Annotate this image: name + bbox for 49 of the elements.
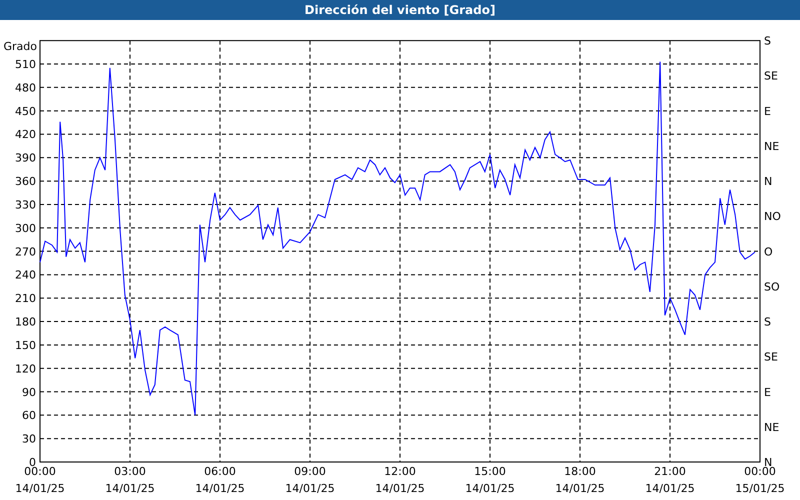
x-tick-label: 00:00 [24,465,56,478]
compass-tick-label: SO [764,280,780,294]
x-tick-date: 15/01/25 [735,482,785,495]
compass-tick-label: NO [764,210,781,224]
compass-tick-label: O [764,245,773,258]
x-tick-date: 14/01/25 [105,482,155,495]
y-tick-label: 270 [15,245,36,258]
y-tick-label: 360 [15,175,36,188]
y-tick-label: 60 [22,409,36,422]
y-tick-label: 330 [15,198,36,212]
x-tick-label: 03:00 [114,465,146,478]
compass-tick-label: S [764,34,771,48]
y-tick-label: 510 [15,58,36,71]
y-tick-label: 390 [15,152,36,165]
y-tick-label: 480 [15,81,36,94]
x-tick-label: 12:00 [384,465,416,478]
y-tick-label: 30 [22,432,36,446]
compass-tick-label: SE [764,70,778,83]
y-tick-label: 90 [22,386,36,399]
compass-tick-label: E [764,386,771,399]
compass-tick-label: NE [764,420,780,434]
y-tick-label: 210 [15,292,36,306]
y-tick-label: 240 [15,268,36,282]
compass-tick-label: S [764,316,771,329]
x-tick-label: 21:00 [654,465,686,478]
compass-tick-label: N [764,175,772,188]
y-axis-title: Grado [4,40,37,53]
x-tick-date: 14/01/25 [15,482,65,495]
compass-tick-label: E [764,104,771,118]
x-tick-date: 14/01/25 [465,482,515,495]
x-tick-label: 06:00 [204,465,236,478]
compass-tick-label: SE [764,350,778,364]
y-tick-label: 450 [15,104,36,118]
x-tick-date: 14/01/25 [645,482,695,495]
y-tick-label: 150 [15,338,36,352]
x-tick-date: 14/01/25 [285,482,335,495]
compass-tick-label: NE [764,140,780,153]
chart-title: Dirección del viento [Grado] [304,3,496,17]
x-tick-label: 00:00 [744,465,776,478]
y-tick-label: 120 [15,362,36,376]
y-tick-label: 300 [15,222,36,235]
x-tick-label: 09:00 [294,465,326,478]
x-tick-label: 15:00 [474,465,506,478]
x-tick-date: 14/01/25 [195,482,245,495]
y-tick-label: 420 [15,128,36,142]
x-tick-date: 14/01/25 [375,482,425,495]
x-tick-date: 14/01/25 [555,482,605,495]
y-tick-label: 180 [15,316,36,329]
x-tick-label: 18:00 [564,465,596,478]
